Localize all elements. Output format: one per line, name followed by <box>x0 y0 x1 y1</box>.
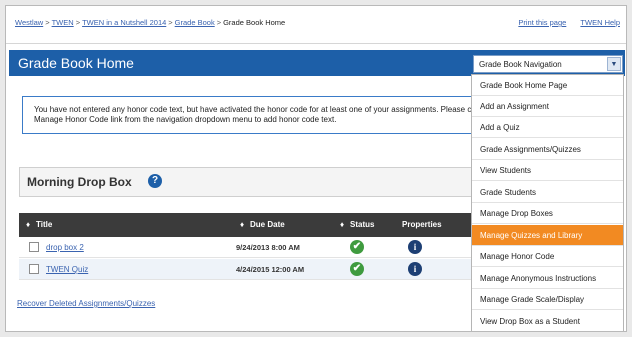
breadcrumb-current: Grade Book Home <box>223 18 286 27</box>
menu-item-label: Grade Book Home Page <box>480 81 568 90</box>
menu-item-manage-quizzes-library[interactable]: Manage Quizzes and Library <box>472 225 623 246</box>
menu-item-label: Manage Anonymous Instructions <box>480 274 597 283</box>
menu-item-manage-drop-boxes[interactable]: Manage Drop Boxes <box>472 203 623 224</box>
column-due-date[interactable]: Due Date <box>250 220 285 229</box>
table-header: ♦ Title ♦ Due Date ♦ Status Properties <box>19 213 489 237</box>
navigation-select-label: Grade Book Navigation <box>479 60 562 69</box>
check-icon: ✔ <box>350 240 364 254</box>
assignment-link[interactable]: TWEN Quiz <box>46 265 88 274</box>
menu-item-label: Manage Quizzes and Library <box>480 231 583 240</box>
row-checkbox[interactable] <box>29 264 39 274</box>
menu-item-view-students[interactable]: View Students <box>472 160 623 181</box>
menu-item-view-drop-box-as-student[interactable]: View Drop Box as a Student <box>472 311 623 331</box>
top-bar: Westlaw > TWEN > TWEN in a Nutshell 2014 > Gra… <box>6 6 626 44</box>
menu-item-label: Manage Honor Code <box>480 252 555 261</box>
info-icon[interactable]: i <box>408 262 422 276</box>
column-title[interactable]: Title <box>36 220 52 229</box>
menu-item-manage-anonymous-instructions[interactable]: Manage Anonymous Instructions <box>472 268 623 289</box>
twen-help-link[interactable]: TWEN Help <box>580 18 620 27</box>
row-checkbox[interactable] <box>29 242 39 252</box>
column-properties: Properties <box>402 220 442 229</box>
grade-book-navigation-select[interactable]: Grade Book Navigation ▼ <box>473 55 623 73</box>
menu-item-manage-grade-scale[interactable]: Manage Grade Scale/Display <box>472 289 623 310</box>
menu-item-label: Manage Drop Boxes <box>480 209 553 218</box>
breadcrumb-separator: > <box>45 18 50 27</box>
menu-item-label: Grade Students <box>480 188 537 197</box>
menu-item-label: Add a Quiz <box>480 123 520 132</box>
breadcrumb: Westlaw > TWEN > TWEN in a Nutshell 2014 > Gra… <box>15 18 285 27</box>
breadcrumb-course[interactable]: TWEN in a Nutshell 2014 <box>82 18 166 27</box>
recover-deleted-link[interactable]: Recover Deleted Assignments/Quizzes <box>17 299 155 308</box>
menu-item-grade-assignments[interactable]: Grade Assignments/Quizzes <box>472 139 623 160</box>
menu-item-label: View Drop Box as a Student <box>480 317 580 326</box>
chevron-down-icon[interactable]: ▼ <box>607 57 621 71</box>
info-icon[interactable]: i <box>408 240 422 254</box>
breadcrumb-westlaw[interactable]: Westlaw <box>15 18 43 27</box>
due-date: 9/24/2013 8:00 AM <box>236 243 300 252</box>
navigation-dropdown-menu: Grade Book Home Page Add an Assignment A… <box>471 74 624 331</box>
table-row: drop box 2 9/24/2013 8:00 AM ✔ i <box>19 237 489 258</box>
menu-item-label: View Students <box>480 166 531 175</box>
twen-window: Westlaw > TWEN > TWEN in a Nutshell 2014 > Gra… <box>5 5 627 332</box>
due-date: 4/24/2015 12:00 AM <box>236 265 305 274</box>
breadcrumb-twen[interactable]: TWEN <box>52 18 74 27</box>
drop-box-header: Morning Drop Box ? <box>19 167 489 197</box>
menu-item-grade-book-home[interactable]: Grade Book Home Page <box>472 75 623 96</box>
breadcrumb-grade-book[interactable]: Grade Book <box>175 18 215 27</box>
sort-icon[interactable]: ♦ <box>240 220 244 229</box>
honor-code-notice: You have not entered any honor code text… <box>22 96 492 134</box>
breadcrumb-separator: > <box>216 18 222 27</box>
assignment-link[interactable]: drop box 2 <box>46 243 84 252</box>
table-row: TWEN Quiz 4/24/2015 12:00 AM ✔ i <box>19 259 489 280</box>
menu-item-label: Manage Grade Scale/Display <box>480 295 585 304</box>
page-title: Grade Book Home <box>18 55 134 71</box>
menu-item-grade-students[interactable]: Grade Students <box>472 182 623 203</box>
top-links: Print this page TWEN Help <box>506 18 620 27</box>
menu-item-label: Add an Assignment <box>480 102 549 111</box>
column-status[interactable]: Status <box>350 220 374 229</box>
help-icon[interactable]: ? <box>148 174 162 188</box>
drop-box-title: Morning Drop Box <box>27 175 132 189</box>
check-icon: ✔ <box>350 262 364 276</box>
menu-item-label: Grade Assignments/Quizzes <box>480 145 581 154</box>
menu-item-add-quiz[interactable]: Add a Quiz <box>472 117 623 138</box>
sort-icon[interactable]: ♦ <box>340 220 344 229</box>
sort-icon[interactable]: ♦ <box>26 220 30 229</box>
notice-text: You have not entered any honor code text… <box>34 105 492 124</box>
menu-item-add-assignment[interactable]: Add an Assignment <box>472 96 623 117</box>
menu-item-manage-honor-code[interactable]: Manage Honor Code <box>472 246 623 267</box>
print-page-link[interactable]: Print this page <box>518 18 566 27</box>
breadcrumb-separator: > <box>168 18 173 27</box>
breadcrumb-separator: > <box>75 18 81 27</box>
